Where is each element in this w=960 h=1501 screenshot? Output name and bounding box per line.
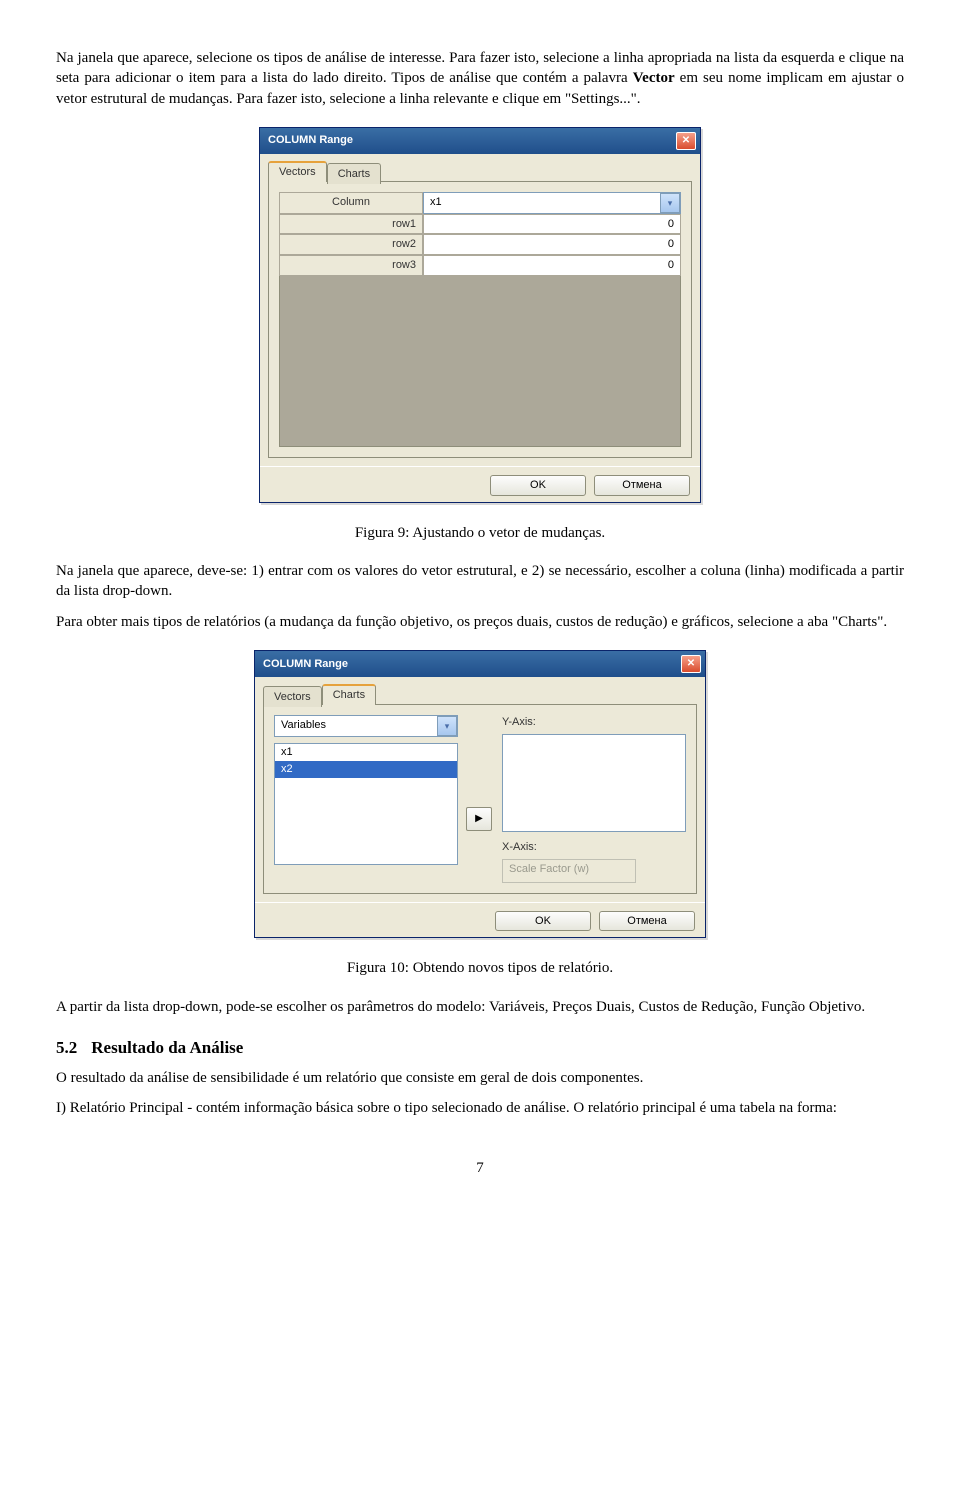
variables-select[interactable]: Variables ▾ [274, 715, 458, 737]
dialog-titlebar: COLUMN Range ✕ [255, 651, 705, 677]
cancel-button[interactable]: Отмена [594, 475, 690, 496]
section-5-2-heading: 5.2 Resultado da Análise [56, 1037, 904, 1060]
xaxis-label: X-Axis: [502, 840, 686, 855]
section-title: Resultado da Análise [91, 1038, 243, 1057]
close-icon[interactable]: ✕ [681, 655, 701, 673]
paragraph-4: A partir da lista drop-down, pode-se esc… [56, 997, 904, 1017]
section-number: 5.2 [56, 1038, 77, 1057]
axis-group: Y-Axis: X-Axis: Scale Factor (w) [502, 715, 686, 883]
figure-9-caption: Figura 9: Ajustando o vetor de mudanças. [56, 523, 904, 543]
cancel-button[interactable]: Отмена [599, 911, 695, 932]
ok-button[interactable]: OK [490, 475, 586, 496]
page-number: 7 [56, 1158, 904, 1178]
paragraph-2: Na janela que aparece, deve-se: 1) entra… [56, 561, 904, 602]
ok-button[interactable]: OK [495, 911, 591, 932]
tab-charts[interactable]: Charts [322, 684, 376, 705]
column-select-value: x1 [424, 193, 660, 212]
paragraph-1: Na janela que aparece, selecione os tipo… [56, 48, 904, 109]
paragraph-3: Para obter mais tipos de relatórios (a m… [56, 612, 904, 632]
row2-label: row2 [279, 234, 423, 255]
paragraph-6: I) Relatório Principal - contém informaç… [56, 1098, 904, 1118]
scale-factor-input: Scale Factor (w) [502, 859, 636, 883]
figure-10: COLUMN Range ✕ Vectors Charts Variables … [56, 650, 904, 938]
chevron-down-icon[interactable]: ▾ [660, 193, 680, 213]
row2-value[interactable]: 0 [423, 234, 681, 255]
grid-empty-area [279, 276, 681, 447]
paragraph-5: O resultado da análise de sensibilidade … [56, 1068, 904, 1088]
list-item[interactable]: x1 [275, 744, 457, 761]
close-icon[interactable]: ✕ [676, 132, 696, 150]
dialog-titlebar: COLUMN Range ✕ [260, 128, 700, 154]
column-select[interactable]: x1 ▾ [423, 192, 681, 214]
vector-keyword: Vector [633, 70, 675, 86]
tab-vectors[interactable]: Vectors [263, 686, 322, 707]
figure-9: COLUMN Range ✕ Vectors Charts Column x1 … [56, 127, 904, 503]
dialog-button-bar: OK Отмена [255, 902, 705, 938]
row3-value[interactable]: 0 [423, 255, 681, 276]
column-range-dialog-vectors: COLUMN Range ✕ Vectors Charts Column x1 … [259, 127, 701, 503]
variables-select-value: Variables [275, 716, 437, 736]
tab-strip: Vectors Charts [268, 161, 692, 182]
tab-panel-charts: Variables ▾ x1 x2 ▶ Y-Axis: [263, 704, 697, 894]
dialog-title: COLUMN Range [263, 657, 348, 672]
dialog-button-bar: OK Отмена [260, 466, 700, 502]
row3-label: row3 [279, 255, 423, 276]
yaxis-list[interactable] [502, 734, 686, 832]
list-item[interactable]: x2 [275, 761, 457, 778]
tab-vectors[interactable]: Vectors [268, 161, 327, 182]
variables-list[interactable]: x1 x2 [274, 743, 458, 865]
tab-strip: Vectors Charts [263, 684, 697, 705]
column-range-dialog-charts: COLUMN Range ✕ Vectors Charts Variables … [254, 650, 706, 938]
chevron-down-icon[interactable]: ▾ [437, 716, 457, 736]
figure-10-caption: Figura 10: Obtendo novos tipos de relató… [56, 958, 904, 978]
variables-group: Variables ▾ x1 x2 [274, 715, 458, 865]
tab-panel-vectors: Column x1 ▾ row1 0 row2 0 [268, 181, 692, 459]
row1-value[interactable]: 0 [423, 214, 681, 235]
yaxis-label: Y-Axis: [502, 715, 686, 730]
dialog-title: COLUMN Range [268, 133, 353, 148]
tab-charts[interactable]: Charts [327, 163, 381, 184]
add-arrow-button[interactable]: ▶ [466, 807, 492, 831]
row1-label: row1 [279, 214, 423, 235]
column-header-label: Column [279, 192, 423, 214]
